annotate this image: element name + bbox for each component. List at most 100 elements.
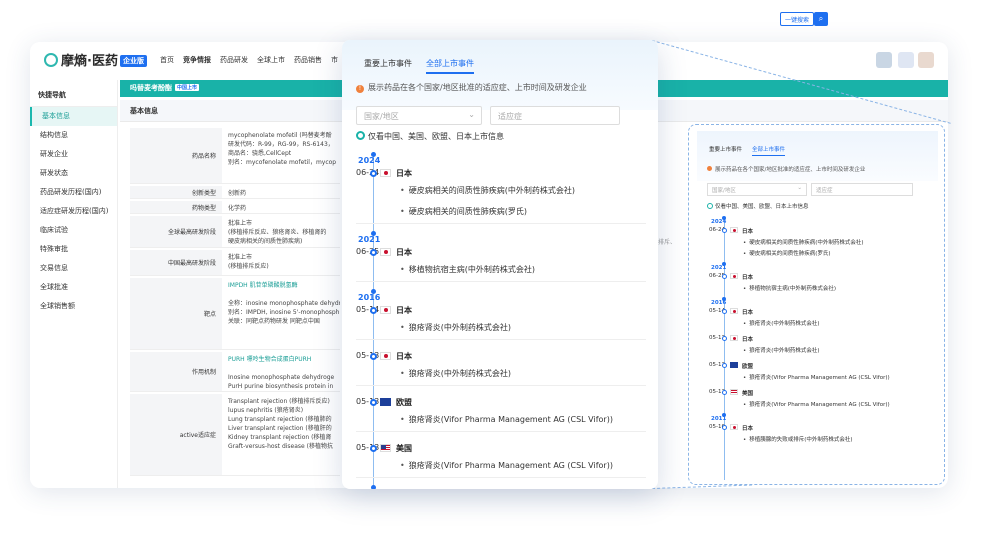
radio-icon — [707, 203, 713, 209]
timeline-event[interactable]: 狼疮肾炎(Vifor Pharma Management AG (CSL Vif… — [743, 400, 889, 408]
sidebar-title: 快捷导航 — [30, 80, 117, 107]
row-value: Transplant rejection (移植排斥反应) lupus nephr… — [228, 397, 340, 451]
mini-indication-input[interactable]: 适应症 — [811, 183, 913, 196]
timeline-event[interactable]: 移植物抗宿主病(中外制药株式会社) — [743, 284, 836, 292]
sidebar-item[interactable]: 研发状态 — [30, 164, 117, 183]
radio-icon — [356, 131, 365, 140]
status-badge: 中国上市 — [175, 84, 200, 91]
timeline-event[interactable]: 移植胰腺的失败或排斥(中外制药株式会社) — [743, 435, 852, 443]
mini-tab-all[interactable]: 全部上市事件 — [752, 147, 786, 156]
mini-tab-important[interactable]: 重要上市事件 — [709, 147, 742, 153]
row-value-line — [228, 364, 340, 373]
mini-events-panel: 重要上市事件 全部上市事件 展示药品在各个国家/地区批准的适应症、上市时间及研发企… — [688, 124, 945, 485]
sidebar-item[interactable]: 研发企业 — [30, 145, 117, 164]
tab-all-events[interactable]: 全部上市事件 — [426, 59, 474, 74]
quick-nav-sidebar: 快捷导航 基本信息 结构信息 研发企业 研发状态 药品研发历程(国内) 适应症研… — [30, 80, 118, 488]
timeline-country: 日本 — [742, 229, 754, 235]
info-row: 靶点 IMPDH 肌苷单磷酸脱氢酶 全称：inosine monophosphate… — [130, 278, 340, 350]
bookmark-icon[interactable] — [898, 52, 914, 68]
timeline-country: 日本 — [742, 337, 754, 343]
mini-region-select[interactable]: 国家/地区 ⌄ — [707, 183, 807, 196]
timeline-event[interactable]: 狼疮肾炎(中外制药株式会社) — [743, 319, 819, 327]
logo-icon — [44, 53, 58, 67]
row-label: 靶点 — [130, 278, 222, 349]
row-label: 全球最高研发阶段 — [130, 216, 222, 247]
timeline-event[interactable]: 狼疮肾炎(中外制药株式会社) — [400, 322, 511, 333]
timeline-event[interactable]: 狼疮肾炎(Vifor Pharma Management AG (CSL Vif… — [400, 460, 613, 471]
nav-item[interactable]: 市 — [331, 56, 338, 64]
nav-item[interactable]: 药品销售 — [294, 56, 322, 64]
timeline-country: 美国 — [742, 391, 754, 397]
faded-text: 排斥、 — [658, 239, 677, 246]
flag-eu-icon — [380, 398, 391, 406]
timeline-event[interactable]: 移植物抗宿主病(中外制药株式会社) — [400, 264, 535, 275]
chevron-down-icon: ⌄ — [797, 185, 802, 191]
mini-filter-checkbox[interactable]: 仅看中国、美国、欧盟、日本上市信息 — [707, 202, 809, 210]
flag-jp-icon — [380, 352, 391, 360]
row-label: 药物类型 — [130, 201, 222, 213]
nav-item[interactable]: 全球上市 — [257, 56, 285, 64]
nav-item[interactable]: 药品研发 — [220, 56, 248, 64]
events-panel: 重要上市事件 全部上市事件 ! 展示药品在各个国家/地区批准的适应症、上市时间及研发… — [342, 40, 658, 489]
timeline-country: 日本 — [396, 352, 412, 361]
sidebar-item[interactable]: 交易信息 — [30, 259, 117, 278]
timeline-year: 2021 — [711, 265, 727, 271]
row-value-line: Inosine monophosphate dehydroge — [228, 374, 335, 381]
row-value-line: Transplant rejection (移植排斥反应) — [228, 398, 330, 405]
tab-important-events[interactable]: 重要上市事件 — [364, 59, 412, 72]
nav-item[interactable]: 竞争情报 — [183, 56, 211, 64]
timeline-event[interactable]: 狼疮肾炎(中外制药株式会社) — [743, 346, 819, 354]
timeline-event[interactable]: 硬皮病相关的间质性肺疾病(中外制药株式会社) — [743, 238, 863, 246]
sidebar-item[interactable]: 结构信息 — [30, 126, 117, 145]
search-button[interactable]: 一键搜索 — [780, 12, 815, 26]
row-value-line: 别名：mycofenolate mofetil，mycop — [228, 159, 337, 166]
sidebar-item[interactable]: 适应症研发历程(国内) — [30, 202, 117, 221]
row-value-line: PurH purine biosynthesis protein in — [228, 383, 334, 390]
sidebar-item-basic[interactable]: 基本信息 — [30, 107, 117, 126]
timeline-country: 欧盟 — [396, 398, 412, 407]
sidebar-item[interactable]: 全球批准 — [30, 278, 117, 297]
divider — [356, 339, 646, 340]
timeline-year: 2024 — [711, 219, 727, 225]
row-value-line: 全称：inosine monophosphate dehydr — [228, 300, 340, 307]
timeline-year: 2016 — [711, 300, 727, 306]
user-avatar[interactable] — [918, 52, 934, 68]
timeline-event[interactable]: 狼疮肾炎(中外制药株式会社) — [400, 368, 511, 379]
main-nav: 首页 竞争情报 药品研发 全球上市 药品销售 市 — [160, 55, 347, 65]
flag-jp-icon — [730, 227, 738, 233]
info-row: 创新类型 创新药 — [130, 186, 340, 199]
sidebar-item[interactable]: 特殊审批 — [30, 240, 117, 259]
edition-badge: 企业版 — [119, 55, 147, 67]
flag-eu-icon — [730, 362, 738, 368]
events-panel-header: 重要上市事件 全部上市事件 ! 展示药品在各个国家/地区批准的适应症、上市时间及研发… — [342, 40, 658, 110]
sidebar-item[interactable]: 全球销售额 — [30, 297, 117, 316]
divider — [356, 477, 646, 478]
row-label: active适应症 — [130, 394, 222, 475]
timeline-country: 欧盟 — [742, 364, 754, 370]
row-value-line: lupus nephritis (狼疮肾炎) — [228, 407, 304, 414]
timeline-event[interactable]: 硬皮病相关的间质性肺疾病(中外制药株式会社) — [400, 185, 575, 196]
flag-jp-icon — [730, 424, 738, 430]
timeline-node — [370, 353, 377, 360]
filter-checkbox[interactable]: 仅看中国、美国、欧盟、日本上市信息 — [356, 131, 504, 142]
mini-info-text: 展示药品在各个国家/地区批准的适应症、上市时间及研发企业 — [707, 165, 865, 173]
timeline-event[interactable]: 硬皮病相关的间质性肺疾病(罗氏) — [400, 206, 527, 217]
event-tabs: 重要上市事件 全部上市事件 — [364, 58, 488, 74]
logo[interactable]: 摩熵·医药 企业版 — [44, 50, 147, 69]
info-row: 药品名称 mycophenolate mofetil (吗替麦考酚 研发代码：R-9… — [130, 128, 340, 184]
row-value-line: 创新药 — [228, 190, 247, 197]
sidebar-item[interactable]: 药品研发历程(国内) — [30, 183, 117, 202]
nav-item[interactable]: 首页 — [160, 56, 174, 64]
analysis-icon[interactable] — [876, 52, 892, 68]
timeline-event[interactable]: 狼疮肾炎(Vifor Pharma Management AG (CSL Vif… — [400, 414, 613, 425]
timeline-country: 日本 — [396, 169, 412, 178]
row-value-line: 批准上市 — [228, 254, 253, 261]
search-icon[interactable]: ⌕ — [814, 12, 828, 26]
timeline-event[interactable]: 狼疮肾炎(Vifor Pharma Management AG (CSL Vif… — [743, 373, 889, 381]
sidebar-item[interactable]: 临床试验 — [30, 221, 117, 240]
timeline-event[interactable]: 硬皮病相关的间质性肺疾病(罗氏) — [743, 249, 830, 257]
flag-jp-icon — [380, 306, 391, 314]
region-select[interactable]: 国家/地区 ⌄ — [356, 106, 482, 125]
indication-input[interactable]: 适应症 — [490, 106, 620, 125]
row-value-line: 商品名：骁悉,CellCept — [228, 150, 292, 157]
